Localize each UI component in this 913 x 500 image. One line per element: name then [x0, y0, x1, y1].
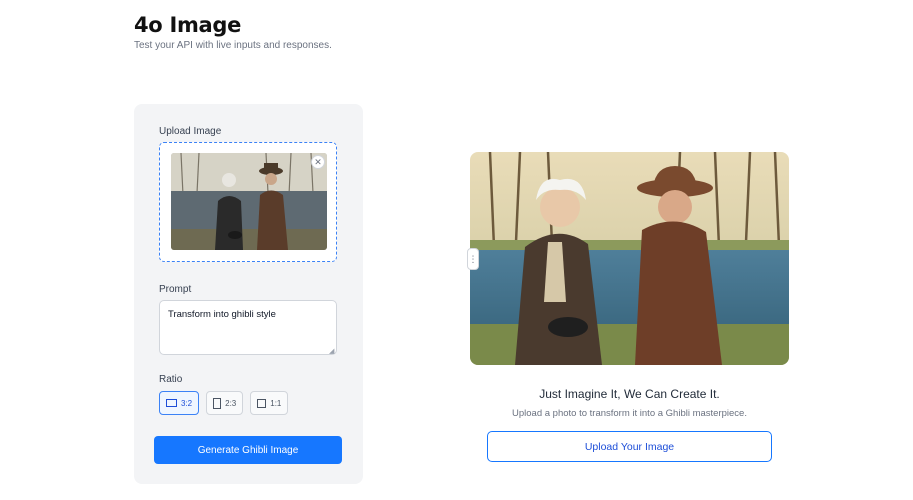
ratio-option-3-2[interactable]: 3:2	[159, 391, 200, 415]
landscape-image-icon	[166, 399, 177, 407]
upload-dropzone[interactable]: ✕	[159, 142, 337, 262]
page-subtitle: Test your API with live inputs and respo…	[134, 40, 332, 51]
upload-label: Upload Image	[159, 126, 222, 137]
input-panel: Upload Image ✕ Prompt Transform into ghi…	[134, 104, 363, 484]
ratio-option-label: 2:3	[225, 398, 237, 408]
ratio-selector: 3:2 2:3 1:1	[159, 391, 289, 415]
page-title: 4o Image	[134, 13, 242, 37]
preview-headline: Just Imagine It, We Can Create It.	[539, 387, 720, 401]
preview-tagline: Upload a photo to transform it into a Gh…	[512, 408, 747, 419]
prompt-label: Prompt	[159, 284, 192, 295]
remove-image-button[interactable]: ✕	[311, 155, 325, 169]
resize-grip-icon[interactable]: ◢	[329, 347, 334, 355]
prompt-input[interactable]: Transform into ghibli style	[159, 300, 337, 355]
ratio-option-2-3[interactable]: 2:3	[206, 391, 244, 415]
ratio-label: Ratio	[159, 374, 183, 385]
upload-image-button[interactable]: Upload Your Image	[487, 431, 772, 462]
ghibli-preview-image	[470, 152, 789, 365]
drag-handle-icon: ⋮	[468, 253, 478, 264]
ratio-option-label: 1:1	[270, 398, 282, 408]
compare-slider-handle[interactable]: ⋮	[467, 248, 479, 270]
ratio-option-1-1[interactable]: 1:1	[250, 391, 289, 415]
portrait-image-icon	[213, 397, 222, 409]
ratio-option-label: 3:2	[181, 398, 193, 408]
close-icon: ✕	[314, 157, 322, 167]
uploaded-photo-thumbnail	[171, 153, 327, 250]
square-icon	[257, 398, 267, 408]
generate-button[interactable]: Generate Ghibli Image	[154, 436, 342, 464]
